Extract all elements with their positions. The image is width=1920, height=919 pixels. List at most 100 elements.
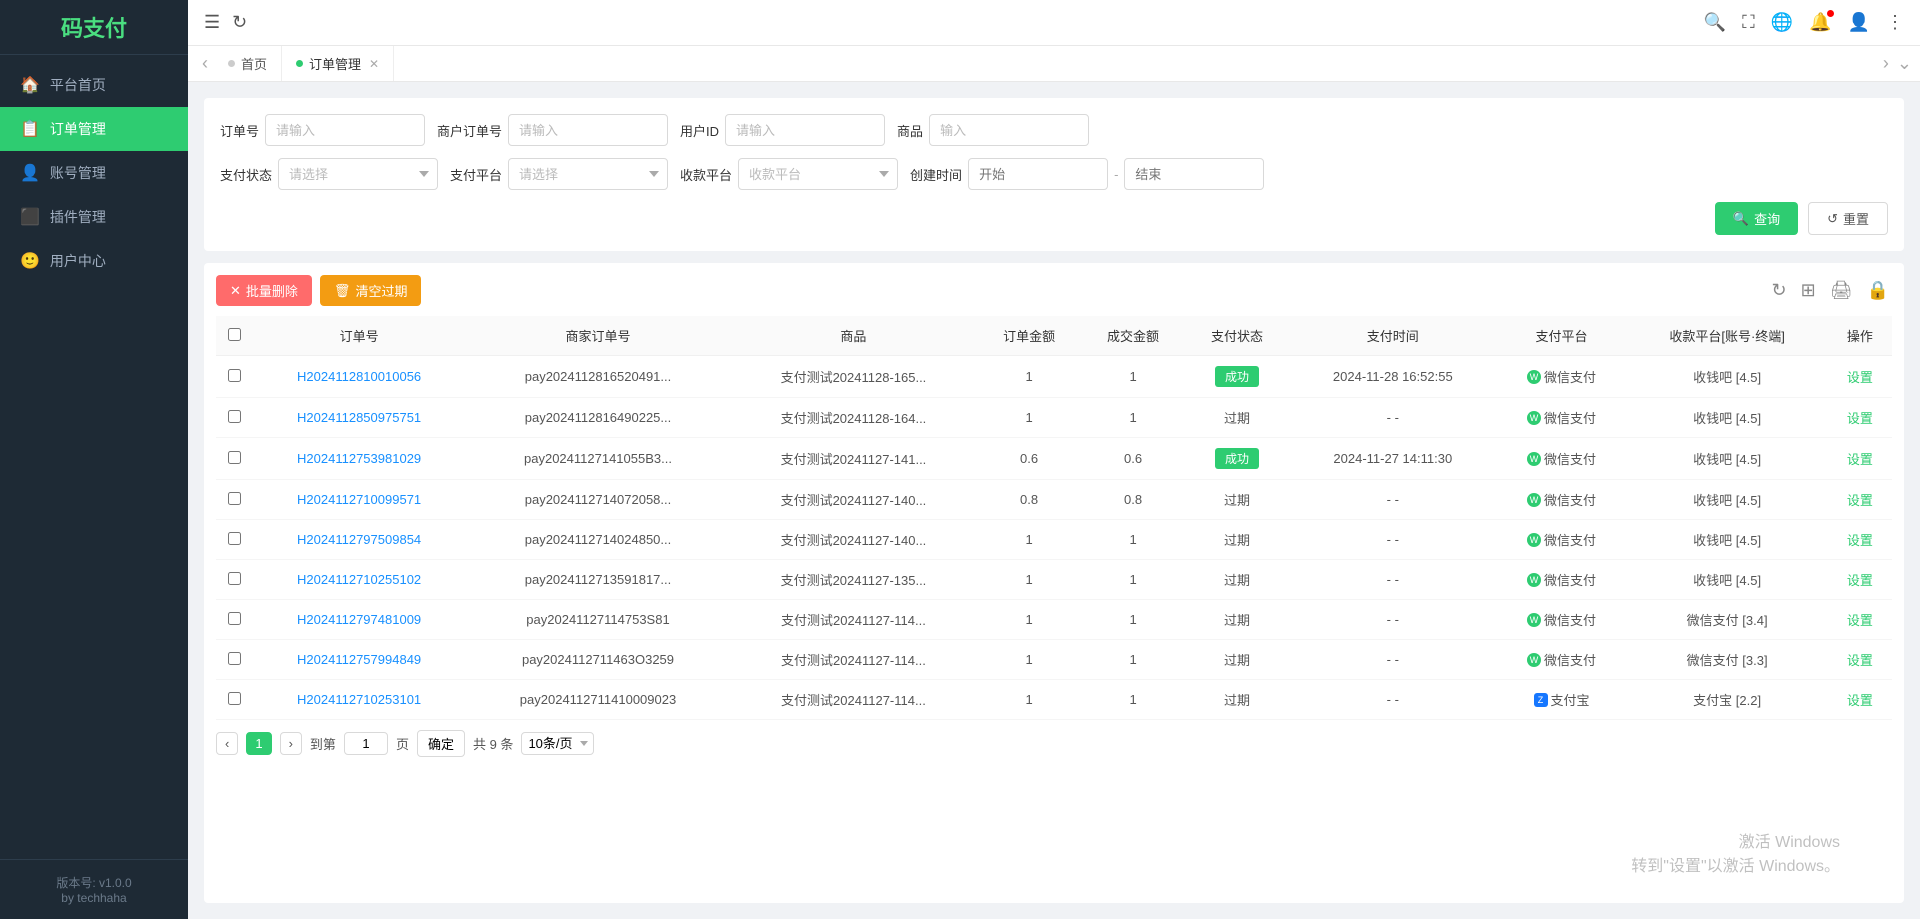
page-size-select[interactable]: 10条/页 20条/页 50条/页 bbox=[521, 732, 594, 755]
order-no-input[interactable] bbox=[265, 114, 425, 146]
sidebar-item-plugins[interactable]: ⬛ 插件管理 bbox=[0, 195, 188, 239]
order-no-link[interactable]: H2024112850975751 bbox=[297, 410, 421, 425]
row-order-no: H2024112797509854 bbox=[252, 520, 466, 560]
search-button[interactable]: 🔍 查询 bbox=[1715, 202, 1798, 235]
wechat-icon: W bbox=[1527, 411, 1541, 425]
row-checkbox[interactable] bbox=[228, 652, 241, 665]
tab-home[interactable]: 首页 bbox=[214, 46, 282, 81]
order-no-link[interactable]: H2024112710253101 bbox=[297, 692, 421, 707]
search-btn-icon: 🔍 bbox=[1733, 211, 1749, 227]
filter-item-pay-status: 支付状态 请选择 成功 过期 bbox=[220, 158, 438, 190]
row-status: 过期 bbox=[1185, 520, 1289, 560]
row-merchant-order: pay2024112816490225... bbox=[466, 398, 730, 438]
row-action-set-link[interactable]: 设置 bbox=[1847, 533, 1873, 548]
status-badge-expired: 过期 bbox=[1224, 530, 1250, 549]
tab-orders-close[interactable]: ✕ bbox=[369, 57, 379, 71]
pay-platform-select[interactable]: 请选择 微信支付 支付宝 bbox=[508, 158, 668, 190]
row-deal-amount: 1 bbox=[1081, 680, 1185, 720]
row-checkbox[interactable] bbox=[228, 572, 241, 585]
tab-home-label: 首页 bbox=[241, 54, 267, 73]
batch-del-icon: ✕ bbox=[230, 283, 241, 299]
date-end-input[interactable] bbox=[1124, 158, 1264, 190]
table-row: H2024112710099571pay2024112714072058...支… bbox=[216, 480, 1892, 520]
sidebar-item-home[interactable]: 🏠 平台首页 bbox=[0, 63, 188, 107]
alipay-icon: Z bbox=[1534, 693, 1548, 707]
th-order-no: 订单号 bbox=[252, 316, 466, 356]
date-start-input[interactable] bbox=[968, 158, 1108, 190]
order-no-link[interactable]: H2024112710255102 bbox=[297, 572, 421, 587]
clear-exp-icon: 🗑 bbox=[334, 283, 351, 299]
users-icon: 🙂 bbox=[20, 251, 40, 271]
reset-button[interactable]: ↺ 重置 bbox=[1808, 202, 1888, 235]
order-no-link[interactable]: H2024112797509854 bbox=[297, 532, 421, 547]
clear-expired-button[interactable]: 🗑 清空过期 bbox=[320, 275, 422, 306]
row-checkbox[interactable] bbox=[228, 410, 241, 423]
table-lock-icon[interactable]: 🔒 bbox=[1864, 277, 1892, 304]
row-action-set-link[interactable]: 设置 bbox=[1847, 452, 1873, 467]
sidebar-footer: 版本号: v1.0.0 by techhaha bbox=[0, 859, 188, 919]
select-all-checkbox[interactable] bbox=[228, 328, 241, 341]
language-icon[interactable]: 🌐 bbox=[1771, 12, 1793, 33]
table-refresh-icon[interactable]: ↻ bbox=[1769, 277, 1790, 304]
row-action-set-link[interactable]: 设置 bbox=[1847, 693, 1873, 708]
row-action-set-link[interactable]: 设置 bbox=[1847, 411, 1873, 426]
row-deal-amount: 0.8 bbox=[1081, 480, 1185, 520]
next-page-btn[interactable]: › bbox=[280, 732, 302, 755]
row-checkbox[interactable] bbox=[228, 692, 241, 705]
collect-platform-select[interactable]: 收款平台 bbox=[738, 158, 898, 190]
user-icon[interactable]: 👤 bbox=[1848, 12, 1870, 33]
order-no-link[interactable]: H2024112757994849 bbox=[297, 652, 421, 667]
topbar-left: ☰ ↻ bbox=[204, 12, 1692, 33]
tab-forward-icon[interactable]: › bbox=[1883, 53, 1889, 74]
row-action-set-link[interactable]: 设置 bbox=[1847, 653, 1873, 668]
fullscreen-icon[interactable]: ⛶ bbox=[1742, 12, 1755, 33]
row-order-no: H2024112710099571 bbox=[252, 480, 466, 520]
batch-delete-button[interactable]: ✕ 批量删除 bbox=[216, 275, 312, 306]
user-id-input[interactable] bbox=[725, 114, 885, 146]
table-columns-icon[interactable]: ⊞ bbox=[1798, 277, 1819, 304]
order-no-link[interactable]: H2024112810010056 bbox=[297, 369, 421, 384]
sidebar-item-users[interactable]: 🙂 用户中心 bbox=[0, 239, 188, 283]
table-toolbar-right: ↻ ⊞ 🖨 🔒 bbox=[1769, 277, 1892, 304]
goto-confirm-btn[interactable]: 确定 bbox=[417, 730, 465, 757]
order-no-link[interactable]: H2024112753981029 bbox=[297, 451, 421, 466]
row-goods: 支付测试20241127-114... bbox=[730, 600, 977, 640]
notification-icon[interactable]: 🔔 bbox=[1809, 12, 1831, 33]
prev-page-btn[interactable]: ‹ bbox=[216, 732, 238, 755]
main-area: ☰ ↻ 🔍 ⛶ 🌐 🔔 👤 ⋮ ‹ 首页 订单管理 ✕ › ⌄ bbox=[188, 0, 1920, 919]
goto-page-input[interactable] bbox=[344, 732, 388, 755]
page-1-btn[interactable]: 1 bbox=[246, 732, 271, 755]
row-checkbox[interactable] bbox=[228, 532, 241, 545]
row-checkbox[interactable] bbox=[228, 369, 241, 382]
tab-orders-dot bbox=[296, 60, 303, 67]
order-no-link[interactable]: H2024112710099571 bbox=[297, 492, 421, 507]
tab-prev-btn[interactable]: ‹ bbox=[196, 53, 214, 74]
sidebar-item-orders[interactable]: 📋 订单管理 bbox=[0, 107, 188, 151]
pay-status-select[interactable]: 请选择 成功 过期 bbox=[278, 158, 438, 190]
row-action-set-link[interactable]: 设置 bbox=[1847, 493, 1873, 508]
menu-icon[interactable]: ☰ bbox=[204, 12, 220, 33]
order-no-link[interactable]: H2024112797481009 bbox=[297, 612, 421, 627]
row-deal-amount: 0.6 bbox=[1081, 438, 1185, 480]
refresh-icon[interactable]: ↻ bbox=[232, 12, 247, 33]
plugins-icon: ⬛ bbox=[20, 207, 40, 227]
status-badge-expired: 过期 bbox=[1224, 570, 1250, 589]
row-checkbox[interactable] bbox=[228, 612, 241, 625]
goods-input[interactable] bbox=[929, 114, 1089, 146]
row-action-set-link[interactable]: 设置 bbox=[1847, 613, 1873, 628]
more-icon[interactable]: ⋮ bbox=[1886, 12, 1904, 33]
filter-item-merchant-order: 商户订单号 bbox=[437, 114, 668, 146]
row-checkbox[interactable] bbox=[228, 451, 241, 464]
tab-orders[interactable]: 订单管理 ✕ bbox=[282, 46, 394, 81]
row-merchant-order: pay2024112714024850... bbox=[466, 520, 730, 560]
table-print-icon[interactable]: 🖨 bbox=[1827, 277, 1856, 304]
row-collect: 收钱吧 [4.5] bbox=[1627, 398, 1828, 438]
row-action-set-link[interactable]: 设置 bbox=[1847, 370, 1873, 385]
search-icon[interactable]: 🔍 bbox=[1704, 12, 1726, 33]
merchant-order-input[interactable] bbox=[508, 114, 668, 146]
row-checkbox[interactable] bbox=[228, 492, 241, 505]
tab-expand-icon[interactable]: ⌄ bbox=[1897, 53, 1912, 74]
th-merchant-order: 商家订单号 bbox=[466, 316, 730, 356]
row-action-set-link[interactable]: 设置 bbox=[1847, 573, 1873, 588]
sidebar-item-accounts[interactable]: 👤 账号管理 bbox=[0, 151, 188, 195]
